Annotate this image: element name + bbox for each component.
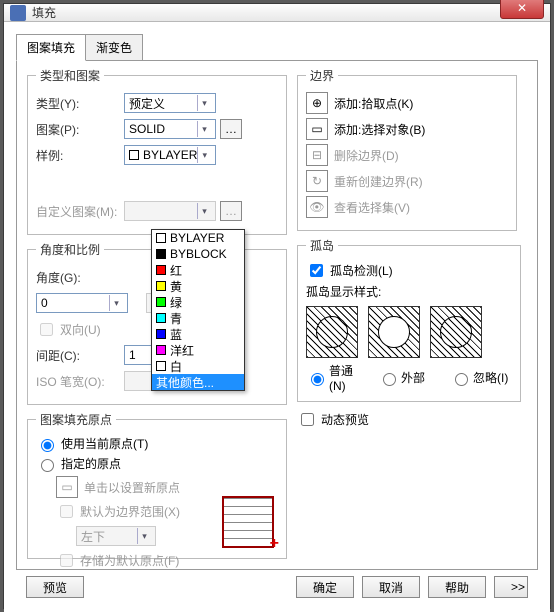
- custom-browse-button: …: [220, 201, 242, 221]
- color-option[interactable]: 蓝: [152, 326, 244, 342]
- dialog-body: 图案填充 渐变色 类型和图案 类型(Y): 预定义 图案(P):: [4, 22, 550, 612]
- tab-gradient[interactable]: 渐变色: [85, 34, 143, 61]
- tab-panel: 类型和图案 类型(Y): 预定义 图案(P): SOLID: [16, 60, 538, 570]
- chevron-down-icon: [197, 95, 211, 111]
- radio-use-current-origin[interactable]: 使用当前原点(T): [36, 435, 278, 452]
- label-island-style: 孤岛显示样式:: [306, 283, 512, 300]
- checkbox-island-detect[interactable]: [310, 264, 323, 277]
- label-double: 双向(U): [60, 321, 101, 338]
- view-selection-button: 👁: [306, 196, 328, 218]
- legend-angle-scale: 角度和比例: [36, 241, 104, 258]
- chevron-down-icon: [109, 295, 123, 311]
- color-option[interactable]: 白: [152, 358, 244, 374]
- window-title: 填充: [32, 4, 500, 21]
- legend-hatch-origin: 图案填充原点: [36, 411, 116, 428]
- label-add-pick: 添加:拾取点(K): [334, 95, 413, 112]
- combo-type[interactable]: 预定义: [124, 93, 216, 113]
- label-custom-pattern: 自定义图案(M):: [36, 203, 124, 220]
- color-option[interactable]: BYBLOCK: [152, 246, 244, 262]
- combo-custom-pattern: [124, 201, 216, 221]
- dialog-window: 填充 ✕ 图案填充 渐变色 类型和图案 类型(Y): 预定义: [3, 3, 551, 609]
- color-option[interactable]: 青: [152, 310, 244, 326]
- label-iso-pen: ISO 笔宽(O):: [36, 373, 124, 390]
- legend-type-pattern: 类型和图案: [36, 67, 104, 84]
- combo-sample-value: BYLAYER: [143, 148, 197, 162]
- chevron-down-icon: [137, 528, 151, 544]
- pattern-browse-button[interactable]: …: [220, 119, 242, 139]
- button-bar: 预览 确定 取消 帮助 >>: [16, 570, 538, 608]
- combo-extent-position: 左下: [76, 526, 156, 546]
- label-island-detect: 孤岛检测(L): [330, 262, 393, 279]
- color-dropdown-list[interactable]: BYLAYERBYBLOCK红黄绿青蓝洋红白其他颜色...: [151, 229, 245, 391]
- checkbox-double: [40, 323, 53, 336]
- combo-type-value: 预定义: [129, 95, 165, 112]
- label-remove-boundary: 删除边界(D): [334, 147, 399, 164]
- preview-button[interactable]: 预览: [26, 576, 84, 598]
- combo-sample-color[interactable]: BYLAYER: [124, 145, 216, 165]
- set-origin-button: ▭: [56, 476, 78, 498]
- label-click-set-origin: 单击以设置新原点: [84, 479, 180, 496]
- tab-pattern-fill[interactable]: 图案填充: [16, 34, 86, 61]
- chevron-down-icon: [197, 203, 211, 219]
- legend-boundary: 边界: [306, 67, 338, 84]
- group-boundary: 边界 ⊕ 添加:拾取点(K) ▭ 添加:选择对象(B) ⊟ 删除边界(D) ↻ 重新创建…: [297, 67, 517, 231]
- group-type-pattern: 类型和图案 类型(Y): 预定义 图案(P): SOLID: [27, 67, 287, 235]
- color-option[interactable]: 黄: [152, 278, 244, 294]
- combo-angle-value: 0: [41, 296, 48, 310]
- combo-pattern-value: SOLID: [129, 122, 165, 136]
- right-column: 边界 ⊕ 添加:拾取点(K) ▭ 添加:选择对象(B) ⊟ 删除边界(D) ↻ 重新创建…: [297, 67, 517, 559]
- color-option[interactable]: BYLAYER: [152, 230, 244, 246]
- combo-extent-value: 左下: [81, 528, 105, 545]
- label-type: 类型(Y):: [36, 95, 124, 112]
- group-hatch-origin: 图案填充原点 使用当前原点(T) 指定的原点 ▭ 单击以设置新原点 默认为边界范…: [27, 411, 287, 559]
- label-store-default-origin: 存储为默认原点(F): [80, 552, 179, 569]
- label-angle: 角度(G):: [36, 269, 124, 286]
- expand-button[interactable]: >>: [494, 576, 528, 598]
- radio-island-outer[interactable]: 外部: [378, 362, 440, 393]
- cancel-button[interactable]: 取消: [362, 576, 420, 598]
- color-swatch-icon: [129, 150, 139, 160]
- island-style-normal-thumb[interactable]: [306, 306, 358, 358]
- color-option-more[interactable]: 其他颜色...: [152, 374, 244, 390]
- island-style-ignore-thumb[interactable]: [430, 306, 482, 358]
- app-icon: [10, 5, 26, 21]
- label-default-extent: 默认为边界范围(X): [80, 503, 180, 520]
- recreate-boundary-button: ↻: [306, 170, 328, 192]
- pick-points-button[interactable]: ⊕: [306, 92, 328, 114]
- island-style-outer-thumb[interactable]: [368, 306, 420, 358]
- radio-island-normal[interactable]: 普通(N): [306, 362, 368, 393]
- combo-pattern[interactable]: SOLID: [124, 119, 216, 139]
- radio-specify-origin[interactable]: 指定的原点: [36, 455, 278, 472]
- label-recreate-boundary: 重新创建边界(R): [334, 173, 423, 190]
- help-button[interactable]: 帮助: [428, 576, 486, 598]
- remove-boundary-button: ⊟: [306, 144, 328, 166]
- titlebar[interactable]: 填充 ✕: [4, 4, 550, 22]
- label-dynamic-preview: 动态预览: [321, 411, 369, 428]
- checkbox-dynamic-preview[interactable]: [301, 413, 314, 426]
- color-option[interactable]: 洋红: [152, 342, 244, 358]
- select-objects-button[interactable]: ▭: [306, 118, 328, 140]
- color-option[interactable]: 绿: [152, 294, 244, 310]
- label-spacing: 间距(C):: [36, 347, 124, 364]
- checkbox-default-extent: [60, 505, 73, 518]
- chevron-down-icon: [197, 121, 211, 137]
- label-pattern: 图案(P):: [36, 121, 124, 138]
- combo-angle[interactable]: 0: [36, 293, 128, 313]
- label-view-selection: 查看选择集(V): [334, 199, 410, 216]
- origin-preview-thumb: [222, 496, 274, 548]
- chevron-down-icon: [197, 147, 211, 163]
- group-islands: 孤岛 孤岛检测(L) 孤岛显示样式: 普通(N) 外部 忽略(I): [297, 237, 521, 402]
- radio-island-ignore[interactable]: 忽略(I): [450, 362, 512, 393]
- label-sample: 样例:: [36, 147, 124, 164]
- checkbox-store-default-origin: [60, 554, 73, 567]
- tab-strip: 图案填充 渐变色: [16, 34, 538, 61]
- color-option[interactable]: 红: [152, 262, 244, 278]
- legend-islands: 孤岛: [306, 237, 338, 254]
- label-add-select: 添加:选择对象(B): [334, 121, 425, 138]
- close-button[interactable]: ✕: [500, 0, 544, 19]
- ok-button[interactable]: 确定: [296, 576, 354, 598]
